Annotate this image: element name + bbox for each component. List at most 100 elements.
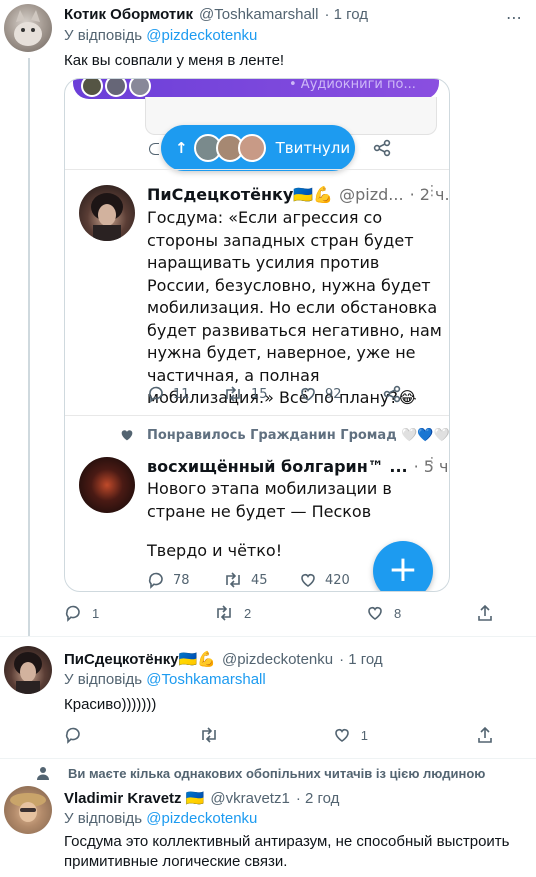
tweet-header: восхищённый болгарин™ ... · 5 ч. — [147, 457, 449, 476]
heart-icon — [368, 607, 382, 620]
divider — [0, 758, 536, 759]
avatar[interactable] — [4, 4, 52, 52]
tweet-header: ПиСдецкотёнку🇺🇦💪 @pizdeckotenku · 1 год — [64, 650, 383, 669]
banner-avatars — [81, 79, 151, 97]
tweet-text: Как вы совпали у меня в ленте! — [64, 52, 285, 69]
reply-context: У відповідь @Toshkamarshall — [64, 671, 266, 688]
tweet-time[interactable]: · 1 год — [324, 6, 368, 23]
reply-icon — [148, 572, 163, 589]
reply-icon — [148, 386, 163, 403]
retweet-action: 45 — [223, 571, 299, 589]
avatar[interactable] — [4, 786, 52, 834]
reply-icon — [65, 727, 80, 744]
retweet-button[interactable] — [199, 726, 332, 744]
tweet-header: Vladimir Kravetz 🇺🇦 @vkravetz1 · 2 год — [64, 789, 340, 808]
author-handle[interactable]: @Toshkamarshall — [199, 6, 318, 23]
share-icon — [478, 604, 492, 621]
avatar — [79, 185, 135, 241]
tweet-text: Твердо и чётко! — [147, 541, 283, 560]
tweet-text: Нового этапа мобилизации в стране не буд… — [147, 479, 392, 521]
like-action: 420 — [299, 571, 383, 589]
reply-to-link[interactable]: @Toshkamarshall — [146, 671, 265, 688]
reply-action: 11 — [147, 385, 223, 403]
share-button[interactable] — [476, 726, 494, 744]
tweet-actions: 1 2 8 — [64, 604, 494, 622]
reply-count: 78 — [173, 572, 190, 588]
social-context: Ви маєте кілька однакових обопільних чит… — [36, 765, 485, 781]
social-context-text: Ви маєте кілька однакових обопільних чит… — [68, 765, 486, 781]
divider — [0, 636, 536, 637]
like-button[interactable]: 1 — [333, 726, 476, 744]
more-icon[interactable]: ⋯ — [506, 8, 522, 28]
retweet-icon — [217, 605, 231, 621]
like-count: 92 — [325, 386, 342, 402]
tweet-actions: 1 — [64, 726, 494, 744]
compose-fab: + — [373, 541, 433, 591]
like-count: 8 — [394, 605, 402, 621]
retweet-icon — [226, 572, 240, 588]
reply-icon — [65, 605, 80, 622]
like-button[interactable]: 8 — [366, 604, 401, 622]
more-icon: ⋮ — [425, 183, 439, 199]
retweet-count: 45 — [251, 572, 268, 588]
retweet-icon — [226, 386, 240, 402]
tweeted-pill[interactable]: ↑ Твитнули — [161, 125, 355, 171]
reply-context: У відповідь @pizdeckotenku — [64, 810, 257, 827]
tweet-time[interactable]: · 2 год — [296, 790, 340, 807]
tweet-text: Госдума это коллективный антиразум, не с… — [64, 833, 510, 870]
media-image[interactable]: • Аудиокниги по... ↑ Твитнули ПиСдецкотё… — [64, 78, 450, 592]
author-name: восхищённый болгарин™ ... — [147, 457, 408, 476]
heart-filled-icon — [121, 430, 133, 441]
share-icon — [478, 726, 492, 743]
tweet-actions: 11 15 92 — [147, 385, 407, 403]
person-icon — [37, 767, 49, 780]
reply-button[interactable] — [64, 726, 199, 744]
reply-icon-partial — [149, 143, 159, 155]
retweet-count: 15 — [251, 386, 268, 402]
reply-to-link[interactable]: @pizdeckotenku — [146, 810, 257, 827]
heart-icon — [301, 574, 315, 587]
tweet-header: ПиСдецкотёнку🇺🇦💪 @pizd... · 2 ч. — [147, 185, 449, 204]
reply-action: 78 — [147, 571, 223, 589]
author-name[interactable]: ПиСдецкотёнку🇺🇦💪 — [64, 650, 216, 668]
author-handle[interactable]: @pizdeckotenku — [222, 651, 333, 668]
retweet-icon — [202, 727, 217, 743]
reply-prefix: У відповідь — [64, 27, 143, 44]
thread-line — [28, 58, 30, 636]
retweet-button[interactable]: 2 — [214, 604, 251, 622]
arrow-up-icon: ↑ — [175, 139, 188, 157]
avatar[interactable] — [4, 646, 52, 694]
avatar — [79, 457, 135, 513]
heart-icon — [334, 729, 349, 742]
share-icon — [373, 139, 391, 161]
tweet-header: Котик Обормотик @Toshkamarshall · 1 год — [64, 6, 368, 23]
share-icon — [383, 385, 401, 403]
author-handle: @pizd... — [339, 185, 404, 204]
like-action: 92 — [299, 385, 383, 403]
reply-context: У відповідь @pizdeckotenku — [64, 27, 257, 44]
retweet-action: 15 — [223, 385, 299, 403]
liked-by-text: Понравилось Гражданин Громад 🤍💙🤍 — [147, 427, 450, 443]
like-count: 420 — [325, 572, 350, 588]
banner-text: • Аудиокниги по... — [289, 78, 416, 92]
author-name[interactable]: Vladimir Kravetz 🇺🇦 — [64, 789, 204, 807]
tweet-text: Госдума: «Если агрессия со стороны запад… — [147, 208, 442, 407]
divider — [65, 415, 449, 416]
reply-button[interactable]: 1 — [64, 604, 99, 622]
author-name[interactable]: Котик Обормотик — [64, 6, 193, 23]
liked-by-context: Понравилось Гражданин Громад 🤍💙🤍 — [119, 427, 450, 443]
heart-icon — [301, 388, 315, 401]
share-button[interactable] — [476, 604, 494, 622]
reply-prefix: У відповідь — [64, 671, 143, 688]
reply-to-link[interactable]: @pizdeckotenku — [146, 27, 257, 44]
tweet-text: Красиво))))))) — [64, 696, 157, 713]
reply-count: 1 — [92, 605, 100, 621]
tweeted-label: Твитнули — [275, 139, 351, 157]
author-name: ПиСдецкотёнку🇺🇦💪 — [147, 185, 334, 204]
avatar — [237, 134, 266, 162]
like-count: 1 — [360, 727, 368, 743]
retweet-count: 2 — [244, 605, 252, 621]
tweet-time[interactable]: · 1 год — [339, 651, 383, 668]
author-handle[interactable]: @vkravetz1 — [210, 790, 289, 807]
reply-count: 11 — [173, 386, 190, 402]
